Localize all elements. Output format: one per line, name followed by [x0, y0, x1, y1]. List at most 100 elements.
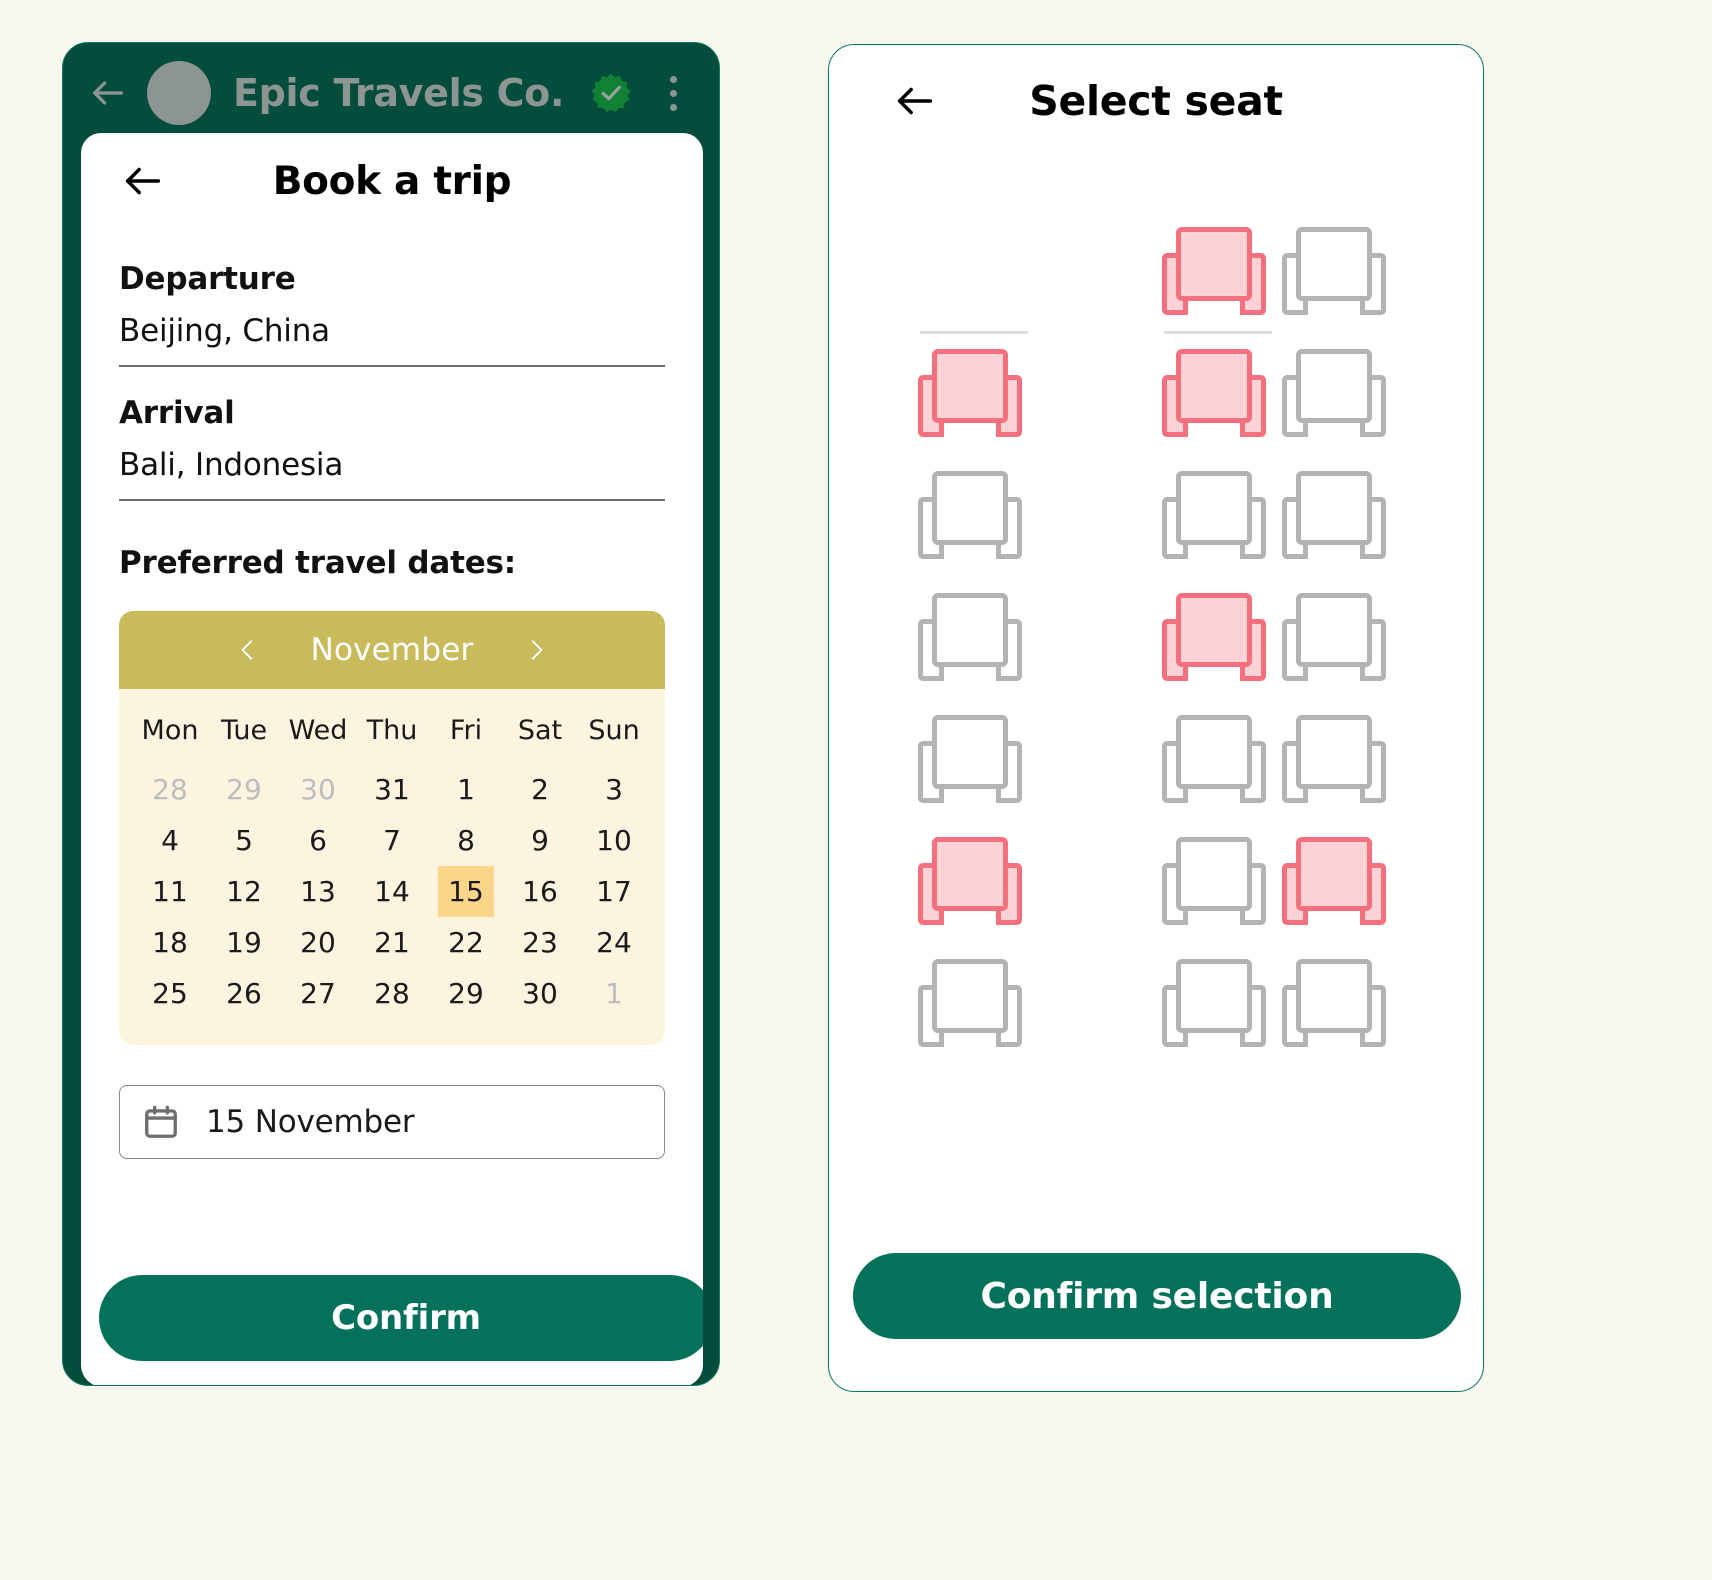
calendar-dow-wed: Wed — [288, 715, 348, 746]
calendar-day-number: 6 — [309, 824, 327, 857]
calendar-day[interactable]: 14 — [355, 866, 429, 917]
selected-date-field[interactable]: 15 November — [119, 1085, 665, 1159]
seat-icon-available[interactable] — [1162, 471, 1266, 559]
arrival-field[interactable]: Bali, Indonesia — [119, 447, 665, 499]
seat-backrest — [932, 959, 1008, 1033]
calendar-day[interactable]: 17 — [577, 866, 651, 917]
seat-backrest — [1296, 715, 1372, 789]
confirm-selection-button[interactable]: Confirm selection — [853, 1253, 1461, 1339]
calendar-day-number: 13 — [300, 875, 336, 908]
seat-icon-available[interactable] — [1162, 715, 1266, 803]
back-arrow-icon[interactable] — [117, 155, 169, 207]
calendar-day-number: 11 — [152, 875, 188, 908]
calendar-day[interactable]: 24 — [577, 917, 651, 968]
calendar-day[interactable]: 11 — [133, 866, 207, 917]
calendar-day[interactable]: 26 — [207, 968, 281, 1019]
calendar-day[interactable]: 4 — [133, 815, 207, 866]
seat-row-divider — [920, 331, 1028, 334]
calendar-day[interactable]: 29 — [207, 764, 281, 815]
seat-icon-available[interactable] — [1282, 959, 1386, 1047]
calendar-day[interactable]: 27 — [281, 968, 355, 1019]
confirm-button[interactable]: Confirm — [99, 1275, 703, 1361]
calendar-day[interactable]: 3 — [577, 764, 651, 815]
seat-icon-available[interactable] — [918, 471, 1022, 559]
chat-contact-name: Epic Travels Co. — [233, 71, 565, 115]
calendar-day-number: 1 — [605, 977, 623, 1010]
seat-icon-available[interactable] — [1162, 837, 1266, 925]
calendar-week-row: 11 12 13 14 15 16 17 — [133, 866, 651, 917]
seat-slot — [1156, 325, 1286, 447]
calendar-day[interactable]: 20 — [281, 917, 355, 968]
seat-column-3 — [1276, 203, 1406, 1057]
seat-icon-available[interactable] — [1282, 349, 1386, 437]
seat-icon-selected[interactable] — [1162, 349, 1266, 437]
calendar-day-number: 17 — [596, 875, 632, 908]
seat-icon-available[interactable] — [918, 959, 1022, 1047]
calendar-day[interactable]: 13 — [281, 866, 355, 917]
contact-avatar[interactable] — [147, 61, 211, 125]
departure-field[interactable]: Beijing, China — [119, 313, 665, 365]
calendar-day[interactable]: 18 — [133, 917, 207, 968]
overflow-menu-icon[interactable] — [657, 66, 697, 120]
calendar-day[interactable]: 29 — [429, 968, 503, 1019]
calendar-day-number: 4 — [161, 824, 179, 857]
calendar-day[interactable]: 12 — [207, 866, 281, 917]
seat-column-2 — [1156, 203, 1286, 1057]
seat-icon-selected[interactable] — [1162, 593, 1266, 681]
calendar-day-number: 30 — [522, 977, 558, 1010]
calendar-day[interactable]: 22 — [429, 917, 503, 968]
seat-backrest — [1296, 959, 1372, 1033]
seat-icon-available[interactable] — [1282, 471, 1386, 559]
calendar-day-number: 8 — [457, 824, 475, 857]
seat-backrest — [932, 471, 1008, 545]
back-arrow-icon[interactable] — [85, 70, 131, 116]
calendar-day[interactable]: 1 — [429, 764, 503, 815]
calendar-day[interactable]: 30 — [281, 764, 355, 815]
calendar-day-number: 7 — [383, 824, 401, 857]
calendar-day-selected[interactable]: 15 — [429, 866, 503, 917]
calendar-day[interactable]: 28 — [355, 968, 429, 1019]
calendar-dow-sun: Sun — [588, 715, 640, 746]
calendar-day[interactable]: 19 — [207, 917, 281, 968]
calendar-day[interactable]: 21 — [355, 917, 429, 968]
seat-row-divider — [1164, 331, 1272, 334]
date-picker-calendar[interactable]: November Mon Tue Wed Thu Fri Sat Sun 28 29 30 31 1… — [119, 611, 665, 1045]
calendar-day-number: 3 — [605, 773, 623, 806]
calendar-day[interactable]: 30 — [503, 968, 577, 1019]
calendar-day[interactable]: 5 — [207, 815, 281, 866]
seat-backrest — [1176, 349, 1252, 423]
seat-icon-selected[interactable] — [918, 349, 1022, 437]
back-arrow-icon[interactable] — [889, 75, 941, 127]
seat-icon-selected[interactable] — [1282, 837, 1386, 925]
calendar-day[interactable]: 23 — [503, 917, 577, 968]
calendar-day[interactable]: 10 — [577, 815, 651, 866]
seat-icon-available[interactable] — [1162, 959, 1266, 1047]
calendar-day[interactable]: 1 — [577, 968, 651, 1019]
calendar-day[interactable]: 31 — [355, 764, 429, 815]
seat-icon-available[interactable] — [1282, 593, 1386, 681]
chevron-right-icon[interactable] — [503, 611, 569, 689]
calendar-day[interactable]: 16 — [503, 866, 577, 917]
seat-slot — [1156, 203, 1286, 325]
calendar-day[interactable]: 28 — [133, 764, 207, 815]
calendar-day[interactable]: 6 — [281, 815, 355, 866]
select-seat-panel: Select seat Confirm selection — [828, 44, 1484, 1392]
calendar-day[interactable]: 8 — [429, 815, 503, 866]
chevron-left-icon[interactable] — [215, 611, 281, 689]
seat-icon-selected[interactable] — [918, 837, 1022, 925]
calendar-day[interactable]: 25 — [133, 968, 207, 1019]
seat-icon-available[interactable] — [1282, 227, 1386, 315]
seat-backrest — [1296, 349, 1372, 423]
seat-slot — [912, 813, 1042, 935]
seat-icon-available[interactable] — [918, 593, 1022, 681]
calendar-day-number: 25 — [152, 977, 188, 1010]
seat-icon-available[interactable] — [918, 715, 1022, 803]
seat-icon-available[interactable] — [1282, 715, 1386, 803]
seat-map — [876, 203, 1436, 1083]
calendar-day[interactable]: 9 — [503, 815, 577, 866]
calendar-day-number: 31 — [374, 773, 410, 806]
seat-icon-selected[interactable] — [1162, 227, 1266, 315]
calendar-day-number: 14 — [374, 875, 410, 908]
calendar-day[interactable]: 7 — [355, 815, 429, 866]
calendar-day[interactable]: 2 — [503, 764, 577, 815]
